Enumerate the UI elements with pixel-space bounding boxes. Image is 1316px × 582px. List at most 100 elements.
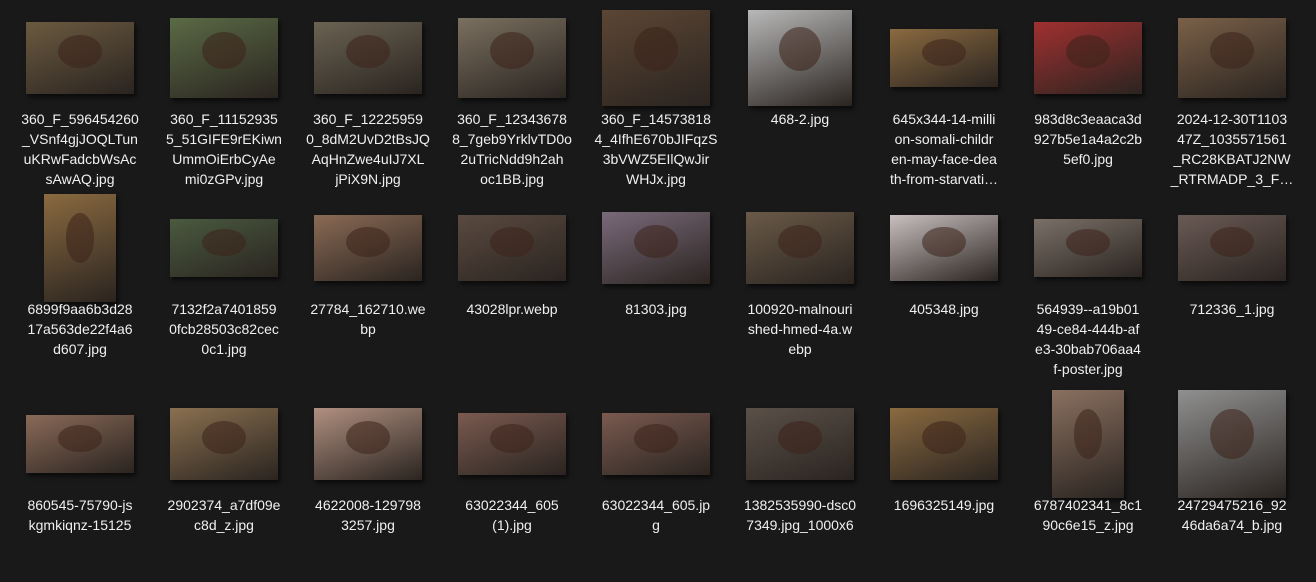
- file-name: 2024-12-30T1103 47Z_1035571561 _RC28KBAT…: [1170, 111, 1294, 187]
- image-thumbnail: [26, 22, 134, 94]
- image-thumbnail: [26, 415, 134, 473]
- file-grid: 360_F_596454260 _VSnf4gjJOQLTun uKRwFadc…: [0, 0, 1316, 565]
- file-name: 564939--a19b01 49-ce84-444b-af e3-30bab7…: [1035, 301, 1141, 377]
- file-item[interactable]: 360_F_12225959 0_8dM2UvD2tBsJQ AqHnZwe4u…: [298, 6, 438, 196]
- image-thumbnail: [746, 408, 854, 480]
- thumbnail-frame: [442, 196, 582, 300]
- file-name: 100920-malnouri shed-hmed-4a.w ebp: [747, 301, 853, 357]
- file-name: 1382535990-dsc0 7349.jpg_1000x6: [743, 497, 857, 533]
- thumbnail-frame: [586, 196, 726, 300]
- file-name: 27784_162710.we bp: [310, 301, 426, 337]
- image-thumbnail: [602, 413, 710, 475]
- file-name: 360_F_12225959 0_8dM2UvD2tBsJQ AqHnZwe4u…: [306, 111, 430, 187]
- file-item[interactable]: 983d8c3eaaca3d 927b5e1a4a2c2b 5ef0.jpg: [1018, 6, 1158, 196]
- file-item[interactable]: 6787402341_8c1 90c6e15_z.jpg: [1018, 390, 1158, 582]
- image-thumbnail: [44, 194, 116, 302]
- image-thumbnail: [458, 18, 566, 98]
- thumbnail-frame: [298, 6, 438, 110]
- file-name: 468-2.jpg: [770, 111, 830, 127]
- file-name: 360_F_596454260 _VSnf4gjJOQLTun uKRwFadc…: [21, 111, 139, 187]
- image-thumbnail: [890, 29, 998, 87]
- file-name: 983d8c3eaaca3d 927b5e1a4a2c2b 5ef0.jpg: [1033, 111, 1143, 167]
- image-thumbnail: [890, 215, 998, 281]
- image-thumbnail: [602, 212, 710, 284]
- file-item[interactable]: 405348.jpg: [874, 196, 1014, 386]
- file-name: 712336_1.jpg: [1189, 301, 1275, 317]
- file-name: 63022344_605.jp g: [601, 497, 711, 533]
- file-name: 2902374_a7df09e c8d_z.jpg: [167, 497, 281, 533]
- file-name: 6899f9aa6b3d28 17a563de22f4a6 d607.jpg: [27, 301, 133, 357]
- thumbnail-frame: [586, 392, 726, 496]
- file-item[interactable]: 63022344_605.jp g: [586, 392, 726, 582]
- file-item[interactable]: 2024-12-30T1103 47Z_1035571561 _RC28KBAT…: [1162, 6, 1302, 196]
- file-item[interactable]: 564939--a19b01 49-ce84-444b-af e3-30bab7…: [1018, 196, 1158, 386]
- file-item[interactable]: 1696325149.jpg: [874, 392, 1014, 582]
- thumbnail-frame: [442, 6, 582, 110]
- thumbnail-frame: [1162, 390, 1302, 498]
- file-name: 405348.jpg: [909, 301, 979, 317]
- file-item[interactable]: 24729475216_92 46da6a74_b.jpg: [1162, 390, 1302, 582]
- image-thumbnail: [314, 408, 422, 480]
- image-thumbnail: [170, 18, 278, 98]
- thumbnail-frame: [298, 392, 438, 496]
- thumbnail-frame: [10, 194, 150, 302]
- file-name: 360_F_11152935 5_51GIFE9rEKiwn UmmOiErbC…: [166, 111, 282, 187]
- file-item[interactable]: 860545-75790-js kgmkiqnz-15125: [10, 392, 150, 582]
- file-name: 4622008-129798 3257.jpg: [315, 497, 421, 533]
- thumbnail-frame: [1162, 6, 1302, 110]
- image-thumbnail: [314, 22, 422, 94]
- file-name: 63022344_605 (1).jpg: [465, 497, 559, 533]
- image-thumbnail: [1178, 18, 1286, 98]
- thumbnail-frame: [154, 392, 294, 496]
- file-name: 7132f2a7401859 0fcb28503c82cec 0c1.jpg: [169, 301, 279, 357]
- image-thumbnail: [1178, 390, 1286, 498]
- image-thumbnail: [314, 215, 422, 281]
- file-name: 360_F_14573818 4_4IfhE670bJIFqzS 3bVWZ5E…: [594, 111, 718, 187]
- file-item[interactable]: 6899f9aa6b3d28 17a563de22f4a6 d607.jpg: [10, 194, 150, 386]
- thumbnail-frame: [1162, 196, 1302, 300]
- file-item[interactable]: 4622008-129798 3257.jpg: [298, 392, 438, 582]
- thumbnail-frame: [10, 392, 150, 496]
- image-thumbnail: [890, 408, 998, 480]
- file-name: 645x344-14-milli on-somali-childr en-may…: [889, 111, 999, 187]
- thumbnail-frame: [10, 6, 150, 110]
- file-item[interactable]: 7132f2a7401859 0fcb28503c82cec 0c1.jpg: [154, 196, 294, 386]
- file-item[interactable]: 360_F_11152935 5_51GIFE9rEKiwn UmmOiErbC…: [154, 6, 294, 196]
- file-item[interactable]: 468-2.jpg: [730, 6, 870, 196]
- thumbnail-frame: [1018, 6, 1158, 110]
- thumbnail-frame: [298, 196, 438, 300]
- file-name: 81303.jpg: [625, 301, 687, 317]
- image-thumbnail: [746, 212, 854, 284]
- file-item[interactable]: 2902374_a7df09e c8d_z.jpg: [154, 392, 294, 582]
- thumbnail-frame: [586, 6, 726, 110]
- image-thumbnail: [748, 10, 852, 106]
- thumbnail-frame: [874, 6, 1014, 110]
- file-item[interactable]: 712336_1.jpg: [1162, 196, 1302, 386]
- file-item[interactable]: 100920-malnouri shed-hmed-4a.w ebp: [730, 196, 870, 386]
- file-item[interactable]: 63022344_605 (1).jpg: [442, 392, 582, 582]
- file-name: 43028lpr.webp: [466, 301, 558, 317]
- thumbnail-frame: [154, 6, 294, 110]
- image-thumbnail: [602, 10, 710, 106]
- file-item[interactable]: 43028lpr.webp: [442, 196, 582, 386]
- image-thumbnail: [1034, 22, 1142, 94]
- file-item[interactable]: 360_F_596454260 _VSnf4gjJOQLTun uKRwFadc…: [10, 6, 150, 196]
- thumbnail-frame: [1018, 196, 1158, 300]
- file-name: 24729475216_92 46da6a74_b.jpg: [1177, 497, 1287, 533]
- file-item[interactable]: 27784_162710.we bp: [298, 196, 438, 386]
- image-thumbnail: [1034, 219, 1142, 277]
- file-item[interactable]: 645x344-14-milli on-somali-childr en-may…: [874, 6, 1014, 196]
- file-item[interactable]: 81303.jpg: [586, 196, 726, 386]
- image-thumbnail: [170, 219, 278, 277]
- thumbnail-frame: [442, 392, 582, 496]
- file-item[interactable]: 360_F_12343678 8_7geb9YrklvTD0o 2uTricNd…: [442, 6, 582, 196]
- image-thumbnail: [1052, 390, 1124, 498]
- thumbnail-frame: [730, 196, 870, 300]
- thumbnail-frame: [874, 392, 1014, 496]
- file-item[interactable]: 360_F_14573818 4_4IfhE670bJIFqzS 3bVWZ5E…: [586, 6, 726, 196]
- thumbnail-frame: [730, 392, 870, 496]
- file-name: 6787402341_8c1 90c6e15_z.jpg: [1033, 497, 1143, 533]
- file-item[interactable]: 1382535990-dsc0 7349.jpg_1000x6: [730, 392, 870, 582]
- file-name: 1696325149.jpg: [893, 497, 995, 513]
- image-thumbnail: [458, 413, 566, 475]
